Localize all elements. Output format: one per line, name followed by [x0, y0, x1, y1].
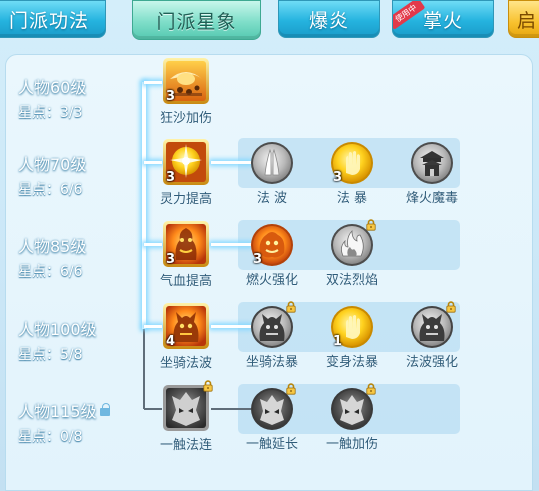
- lock-icon: [365, 383, 377, 395]
- mount-warrior-grey-icon: [410, 305, 454, 349]
- lock-icon: [99, 403, 110, 416]
- level-points: 星点：3/3: [18, 105, 83, 121]
- level-title: 人物70级: [18, 155, 87, 174]
- fire-lion-icon: 3: [250, 223, 294, 267]
- level-points: 星点：0/8: [18, 429, 83, 445]
- level-60: 人物60级 星点：3/3: [18, 74, 86, 122]
- mount-warrior-grey-icon: [250, 305, 294, 349]
- tab-palm-fire[interactable]: 使用中 掌火: [392, 0, 494, 38]
- level-points: 星点：5/8: [18, 347, 83, 363]
- skill-one-touch-extend[interactable]: 一触延长: [232, 387, 312, 452]
- level-115: 人物115级 星点：0/8: [18, 398, 110, 446]
- skill-spirit-increase[interactable]: 3 灵力提高: [146, 138, 226, 207]
- demon-mask-icon: [162, 384, 210, 432]
- level-points: 星点：6/6: [18, 264, 83, 280]
- skill-sandstorm-damage[interactable]: 3 狂沙加伤: [146, 57, 226, 126]
- tab-start[interactable]: 启: [508, 0, 539, 38]
- lock-icon: [202, 380, 214, 392]
- praying-hands-icon: [250, 141, 294, 185]
- sandstorm-icon: 3: [162, 57, 210, 105]
- lock-icon: [445, 301, 457, 313]
- level-title: 人物100级: [18, 320, 97, 339]
- skill-magic-wave-boost[interactable]: 法波强化: [392, 305, 472, 370]
- lock-icon: [365, 219, 377, 231]
- skill-fire-boost[interactable]: 3 燃火强化: [232, 223, 312, 288]
- golden-hand-icon: 3: [330, 141, 374, 185]
- tab-sect-stars[interactable]: 门派星象: [132, 0, 261, 40]
- lock-icon: [285, 301, 297, 313]
- tab-sect-skills[interactable]: 门派功法: [0, 0, 106, 38]
- tab-bar: 门派功法 门派星象 爆炎 使用中 掌火 启: [0, 0, 539, 44]
- beacon-tower-icon: [410, 141, 454, 185]
- spirit-burst-icon: 3: [162, 138, 210, 186]
- skill-mount-magic-wave[interactable]: 4 坐骑法波: [146, 302, 226, 371]
- demon-mask-icon: [250, 387, 294, 431]
- demon-mask-icon: [330, 387, 374, 431]
- skill-twin-flame[interactable]: 双法烈焰: [312, 223, 392, 288]
- level-100: 人物100级 星点：5/8: [18, 316, 97, 364]
- skill-magic-wave[interactable]: 法 波: [232, 141, 312, 206]
- skill-one-touch-damage[interactable]: 一触加伤: [312, 387, 392, 452]
- level-points: 星点：6/6: [18, 182, 83, 198]
- flame-warrior-icon: 3: [162, 220, 210, 268]
- twin-flame-icon: [330, 223, 374, 267]
- tab-blaze[interactable]: 爆炎: [278, 0, 380, 38]
- mount-warrior-icon: 4: [162, 302, 210, 350]
- level-title: 人物85级: [18, 237, 87, 256]
- skill-one-touch-chain[interactable]: 一触法连: [146, 384, 226, 453]
- skill-beacon-demon-poison[interactable]: 烽火魔毒: [392, 141, 472, 206]
- skill-hp-increase[interactable]: 3 气血提高: [146, 220, 226, 289]
- in-use-ribbon: 使用中: [393, 1, 426, 30]
- level-title: 人物60级: [18, 78, 87, 97]
- skill-transform-magic-crit[interactable]: 1 变身法暴: [312, 305, 392, 370]
- skill-mount-magic-crit[interactable]: 坐骑法暴: [232, 305, 312, 370]
- lock-icon: [285, 383, 297, 395]
- level-70: 人物70级 星点：6/6: [18, 151, 86, 199]
- golden-hand-icon: 1: [330, 305, 374, 349]
- skill-magic-crit[interactable]: 3 法 暴: [312, 141, 392, 206]
- level-85: 人物85级 星点：6/6: [18, 233, 86, 281]
- level-title: 人物115级: [18, 398, 110, 422]
- trunk-line-locked: [143, 329, 145, 409]
